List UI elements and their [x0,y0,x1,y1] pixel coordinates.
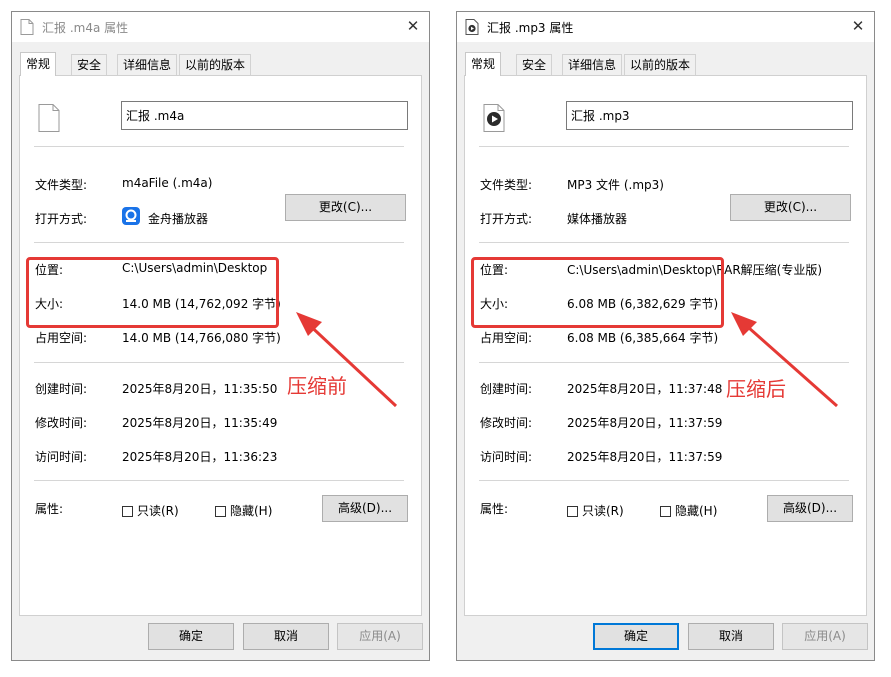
created-value: 2025年8月20日，11:35:50 [122,382,278,396]
open-with-label: 打开方式: [480,212,533,226]
created-label: 创建时间: [35,382,88,396]
size-on-disk-label: 占用空间: [480,331,533,345]
created-label: 创建时间: [480,382,533,396]
tab-bar: 常规 安全 详细信息 以前的版本 [465,52,865,76]
location-label: 位置: [35,263,64,277]
close-button[interactable]: ✕ [397,12,429,42]
title-bar: 汇报 .mp3 属性 ✕ [457,12,874,42]
title-bar: 汇报 .m4a 属性 ✕ [12,12,429,42]
advanced-button[interactable]: 高级(D)... [767,495,853,522]
divider [34,362,404,363]
tab-previous-versions[interactable]: 以前的版本 [179,54,252,75]
ok-button[interactable]: 确定 [148,623,234,650]
properties-dialog-mp3: 汇报 .mp3 属性 ✕ 常规 安全 详细信息 以前的版本 汇报 .mp3 文件… [456,11,875,661]
apply-button[interactable]: 应用(A) [782,623,868,650]
advanced-button[interactable]: 高级(D)... [322,495,408,522]
accessed-label: 访问时间: [35,450,88,464]
file-icon [38,104,60,132]
location-value: C:\Users\admin\Desktop\RAR解压缩(专业版) [567,263,823,277]
attributes-label: 属性: [35,502,64,516]
hidden-label: 隐藏(H) [675,504,718,518]
apply-button[interactable]: 应用(A) [337,623,423,650]
filename-input[interactable]: 汇报 .m4a [121,101,408,130]
size-value: 6.08 MB (6,382,629 字节) [567,297,719,311]
checkbox-box[interactable] [122,506,133,517]
file-type-value: MP3 文件 (.mp3) [567,178,664,192]
change-button[interactable]: 更改(C)... [730,194,851,221]
modified-label: 修改时间: [35,416,88,430]
location-label: 位置: [480,263,509,277]
size-label: 大小: [480,297,509,311]
hidden-checkbox[interactable]: 隐藏(H) [660,502,717,519]
tab-details[interactable]: 详细信息 [562,54,623,75]
divider [479,480,849,481]
attributes-label: 属性: [480,502,509,516]
size-on-disk-label: 占用空间: [35,331,88,345]
modified-label: 修改时间: [480,416,533,430]
file-icon [20,19,34,35]
size-on-disk-value: 6.08 MB (6,385,664 字节) [567,331,719,345]
app-icon [122,207,140,225]
size-label: 大小: [35,297,64,311]
change-button[interactable]: 更改(C)... [285,194,406,221]
general-panel: 汇报 .mp3 文件类型: MP3 文件 (.mp3) 打开方式: 媒体播放器 … [464,75,867,616]
media-file-icon [483,104,505,132]
readonly-checkbox[interactable]: 只读(R) [122,502,179,519]
created-value: 2025年8月20日，11:37:48 [567,382,723,396]
readonly-checkbox[interactable]: 只读(R) [567,502,624,519]
general-panel: 汇报 .m4a 文件类型: m4aFile (.m4a) 打开方式: 金舟播放器… [19,75,422,616]
checkbox-box[interactable] [660,506,671,517]
divider [479,242,849,243]
properties-dialog-m4a: 汇报 .m4a 属性 ✕ 常规 安全 详细信息 以前的版本 汇报 .m4a 文件… [11,11,430,661]
accessed-label: 访问时间: [480,450,533,464]
tab-security[interactable]: 安全 [516,54,553,75]
file-type-value: m4aFile (.m4a) [122,176,213,190]
location-value: C:\Users\admin\Desktop [122,261,268,275]
tab-details[interactable]: 详细信息 [117,54,178,75]
readonly-label: 只读(R) [137,504,179,518]
checkbox-box[interactable] [567,506,578,517]
accessed-value: 2025年8月20日，11:37:59 [567,450,723,464]
size-on-disk-value: 14.0 MB (14,766,080 字节) [122,331,281,345]
divider [479,362,849,363]
tab-general[interactable]: 常规 [465,52,502,76]
annotation-before: 压缩前 [287,374,347,398]
modified-value: 2025年8月20日，11:37:59 [567,416,723,430]
divider [34,146,404,147]
hidden-checkbox[interactable]: 隐藏(H) [215,502,272,519]
readonly-label: 只读(R) [582,504,624,518]
modified-value: 2025年8月20日，11:35:49 [122,416,278,430]
window-title: 汇报 .m4a 属性 [42,21,129,35]
file-type-label: 文件类型: [35,178,88,192]
size-value: 14.0 MB (14,762,092 字节) [122,297,281,311]
tab-security[interactable]: 安全 [71,54,108,75]
window-title: 汇报 .mp3 属性 [487,21,574,35]
open-with-value: 金舟播放器 [148,212,209,226]
ok-button[interactable]: 确定 [593,623,679,650]
close-button[interactable]: ✕ [842,12,874,42]
divider [479,146,849,147]
checkbox-box[interactable] [215,506,226,517]
filename-input[interactable]: 汇报 .mp3 [566,101,853,130]
tab-bar: 常规 安全 详细信息 以前的版本 [20,52,420,76]
annotation-after: 压缩后 [726,377,786,401]
open-with-label: 打开方式: [35,212,88,226]
accessed-value: 2025年8月20日，11:36:23 [122,450,278,464]
cancel-button[interactable]: 取消 [243,623,329,650]
open-with-value: 媒体播放器 [567,212,628,226]
divider [34,242,404,243]
file-type-label: 文件类型: [480,178,533,192]
tab-previous-versions[interactable]: 以前的版本 [624,54,697,75]
media-file-icon [465,19,479,35]
hidden-label: 隐藏(H) [230,504,273,518]
cancel-button[interactable]: 取消 [688,623,774,650]
tab-general[interactable]: 常规 [20,52,57,76]
divider [34,480,404,481]
